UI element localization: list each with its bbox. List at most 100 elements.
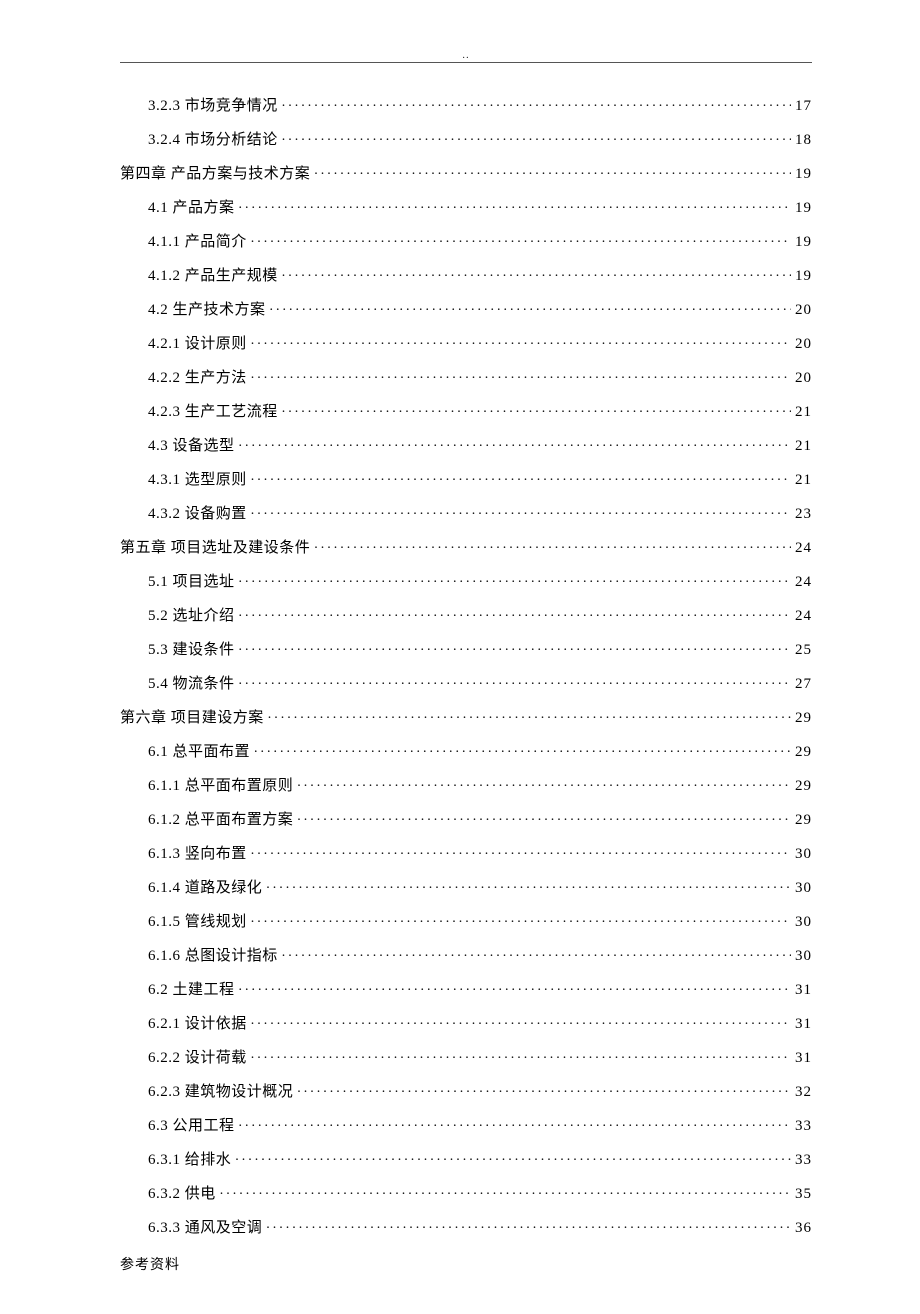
toc-entry-page: 20 bbox=[795, 337, 812, 352]
toc-entry-label: 6.2.1 设计依据 bbox=[148, 1017, 247, 1032]
toc-entry-label: 5.4 物流条件 bbox=[148, 677, 235, 692]
toc-entry: 6.1.2 总平面布置方案29 bbox=[120, 809, 812, 828]
toc-leader-dots bbox=[270, 299, 791, 314]
toc-leader-dots bbox=[251, 911, 791, 926]
toc-entry-label: 4.1 产品方案 bbox=[148, 201, 235, 216]
toc-entry-label: 第五章 项目选址及建设条件 bbox=[120, 541, 310, 556]
toc-entry-page: 30 bbox=[795, 915, 812, 930]
toc-entry: 6.3.3 通风及空调36 bbox=[120, 1217, 812, 1236]
toc-entry-page: 35 bbox=[795, 1187, 812, 1202]
toc-entry-label: 6.1.4 道路及绿化 bbox=[148, 881, 262, 896]
toc-entry-label: 6.1.5 管线规划 bbox=[148, 915, 247, 930]
toc-entry-page: 29 bbox=[795, 779, 812, 794]
toc-entry: 4.1.2 产品生产规模19 bbox=[120, 265, 812, 284]
toc-entry-page: 32 bbox=[795, 1085, 812, 1100]
toc-entry: 6.3.1 给排水33 bbox=[120, 1149, 812, 1168]
toc-entry-page: 31 bbox=[795, 1051, 812, 1066]
toc-entry-label: 6.3 公用工程 bbox=[148, 1119, 235, 1134]
toc-leader-dots bbox=[239, 1115, 791, 1130]
toc-leader-dots bbox=[297, 1081, 791, 1096]
toc-leader-dots bbox=[314, 537, 791, 552]
toc-leader-dots bbox=[235, 1149, 791, 1164]
toc-leader-dots bbox=[239, 673, 791, 688]
toc-entry: 6.2.1 设计依据 31 bbox=[120, 1013, 812, 1032]
toc-leader-dots bbox=[239, 639, 791, 654]
toc-entry: 5.4 物流条件27 bbox=[120, 673, 812, 692]
toc-entry-label: 第六章 项目建设方案 bbox=[120, 711, 264, 726]
toc-leader-dots bbox=[239, 571, 791, 586]
toc-entry: 4.2.1 设计原则 20 bbox=[120, 333, 812, 352]
toc-entry-page: 18 bbox=[795, 133, 812, 148]
toc-entry-page: 24 bbox=[795, 609, 812, 624]
toc-leader-dots bbox=[282, 945, 791, 960]
toc-entry: 6.2 土建工程31 bbox=[120, 979, 812, 998]
toc-leader-dots bbox=[297, 775, 791, 790]
toc-entry: 5.3 建设条件 25 bbox=[120, 639, 812, 658]
toc-entry: 3.2.4 市场分析结论 18 bbox=[120, 129, 812, 148]
toc-entry-page: 23 bbox=[795, 507, 812, 522]
toc-entry-label: 4.2.1 设计原则 bbox=[148, 337, 247, 352]
toc-entry-label: 4.2 生产技术方案 bbox=[148, 303, 266, 318]
toc-leader-dots bbox=[314, 163, 791, 178]
toc-leader-dots bbox=[266, 877, 791, 892]
toc-entry: 3.2.3 市场竞争情况 17 bbox=[120, 95, 812, 114]
table-of-contents: 3.2.3 市场竞争情况173.2.4 市场分析结论18第四章 产品方案与技术方… bbox=[120, 95, 812, 1236]
toc-entry-page: 33 bbox=[795, 1153, 812, 1168]
toc-leader-dots bbox=[282, 129, 791, 144]
toc-entry-page: 17 bbox=[795, 99, 812, 114]
toc-entry-label: 5.3 建设条件 bbox=[148, 643, 235, 658]
toc-entry: 第五章 项目选址及建设条件24 bbox=[120, 537, 812, 556]
toc-entry: 4.3.2 设备购置 23 bbox=[120, 503, 812, 522]
toc-entry: 6.1.4 道路及绿化30 bbox=[120, 877, 812, 896]
toc-entry-page: 19 bbox=[795, 167, 812, 182]
header-mark: .. bbox=[120, 49, 812, 61]
toc-entry: 6.1.5 管线规划 30 bbox=[120, 911, 812, 930]
toc-leader-dots bbox=[251, 1013, 791, 1028]
toc-entry-page: 36 bbox=[795, 1221, 812, 1236]
toc-entry: 4.2.2 生产方法20 bbox=[120, 367, 812, 386]
toc-entry-label: 5.2 选址介绍 bbox=[148, 609, 235, 624]
toc-entry: 5.1 项目选址 24 bbox=[120, 571, 812, 590]
toc-entry-page: 19 bbox=[795, 235, 812, 250]
toc-entry-label: 4.2.2 生产方法 bbox=[148, 371, 247, 386]
toc-entry-label: 4.2.3 生产工艺流程 bbox=[148, 405, 278, 420]
toc-entry-label: 3.2.4 市场分析结论 bbox=[148, 133, 278, 148]
toc-leader-dots bbox=[266, 1217, 791, 1232]
toc-leader-dots bbox=[268, 707, 791, 722]
toc-entry-page: 31 bbox=[795, 1017, 812, 1032]
toc-entry-page: 24 bbox=[795, 575, 812, 590]
toc-leader-dots bbox=[239, 435, 791, 450]
toc-leader-dots bbox=[282, 401, 791, 416]
toc-entry-page: 29 bbox=[795, 711, 812, 726]
toc-entry: 6.1 总平面布置29 bbox=[120, 741, 812, 760]
toc-entry-label: 3.2.3 市场竞争情况 bbox=[148, 99, 278, 114]
toc-leader-dots bbox=[251, 469, 791, 484]
page: .. 3.2.3 市场竞争情况173.2.4 市场分析结论18第四章 产品方案与… bbox=[0, 0, 920, 1314]
toc-entry: 4.3.1 选型原则 21 bbox=[120, 469, 812, 488]
toc-entry-label: 6.1.1 总平面布置原则 bbox=[148, 779, 293, 794]
toc-entry-page: 25 bbox=[795, 643, 812, 658]
toc-entry: 6.1.6 总图设计指标30 bbox=[120, 945, 812, 964]
toc-entry-label: 4.3.1 选型原则 bbox=[148, 473, 247, 488]
toc-leader-dots bbox=[297, 809, 791, 824]
toc-leader-dots bbox=[251, 333, 791, 348]
toc-leader-dots bbox=[251, 367, 791, 382]
toc-entry-label: 4.3.2 设备购置 bbox=[148, 507, 247, 522]
toc-entry-page: 21 bbox=[795, 473, 812, 488]
toc-leader-dots bbox=[251, 843, 791, 858]
toc-entry-label: 5.1 项目选址 bbox=[148, 575, 235, 590]
toc-entry-label: 4.1.2 产品生产规模 bbox=[148, 269, 278, 284]
toc-entry-label: 6.2 土建工程 bbox=[148, 983, 235, 998]
toc-entry-label: 6.1.3 竖向布置 bbox=[148, 847, 247, 862]
toc-entry: 4.1.1 产品简介19 bbox=[120, 231, 812, 250]
toc-entry: 6.2.2 设计荷载31 bbox=[120, 1047, 812, 1066]
toc-entry: 4.1 产品方案19 bbox=[120, 197, 812, 216]
toc-entry-label: 6.1.6 总图设计指标 bbox=[148, 949, 278, 964]
toc-entry-label: 6.2.3 建筑物设计概况 bbox=[148, 1085, 293, 1100]
toc-leader-dots bbox=[282, 95, 791, 110]
toc-leader-dots bbox=[251, 1047, 791, 1062]
toc-leader-dots bbox=[251, 231, 791, 246]
toc-entry-page: 29 bbox=[795, 745, 812, 760]
toc-entry-page: 21 bbox=[795, 405, 812, 420]
toc-entry-page: 33 bbox=[795, 1119, 812, 1134]
